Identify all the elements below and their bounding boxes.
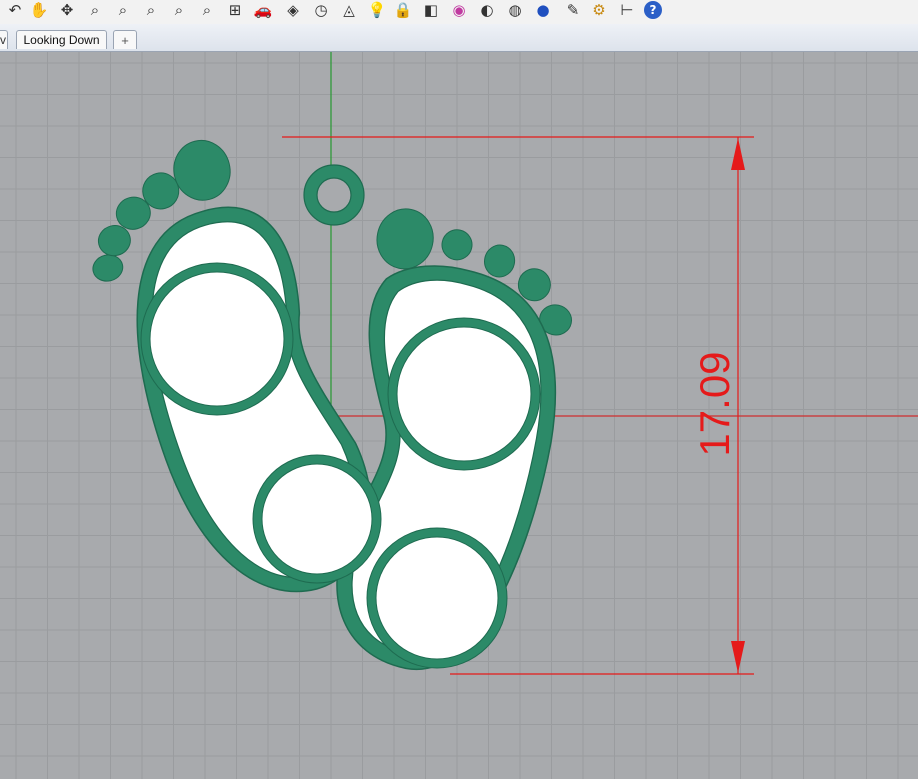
- zoom-all-icon[interactable]: ⌕: [196, 0, 218, 20]
- shapes-icon[interactable]: ◬: [338, 0, 360, 20]
- zoom-selected-icon[interactable]: ⌕: [168, 0, 190, 20]
- tab-previous-viewport[interactable]: v: [0, 30, 8, 49]
- four-viewports-icon[interactable]: ⊞: [224, 0, 246, 20]
- pencil-icon[interactable]: ✎: [562, 0, 584, 20]
- clock-icon[interactable]: ◷: [310, 0, 332, 20]
- zoom-window-icon[interactable]: ⌕: [112, 0, 134, 20]
- light-bulb-icon[interactable]: 💡: [366, 0, 388, 20]
- right-photo-ring-bottom-hole: [375, 536, 499, 660]
- dimension-value-label: 17.09: [691, 351, 738, 456]
- settings-gear-icon[interactable]: ⚙: [588, 0, 610, 20]
- rotate-view-icon[interactable]: ✥: [56, 0, 78, 20]
- left-photo-ring-top-hole: [149, 271, 285, 407]
- right-photo-ring-top-hole: [396, 326, 532, 462]
- shaded-sphere-icon[interactable]: ◐: [476, 0, 498, 20]
- rendered-sphere-icon[interactable]: ●: [532, 0, 554, 20]
- left-photo-ring-bottom-hole: [261, 463, 373, 575]
- pan-hand-icon[interactable]: ✋: [28, 0, 50, 20]
- toolbar: ↶ ✋ ✥ ⌕ ⌕ ⌕ ⌕ ⌕ ⊞ 🚗 ◈ ◷ ◬ 💡 🔒 ◧ ◉ ◐ ◍ ● ✎ ⚙ ⊢?: [0, 0, 918, 24]
- bail-ring-hole: [316, 177, 352, 213]
- color-wheel-icon[interactable]: ◉: [448, 0, 470, 20]
- viewport-canvas[interactable]: 17.09: [0, 52, 918, 779]
- car-icon[interactable]: 🚗: [252, 0, 274, 20]
- grid-snap-icon[interactable]: ⊢: [616, 0, 638, 20]
- viewport-tab-bar: v Looking Down +: [0, 24, 918, 52]
- zoom-extents-icon[interactable]: ⌕: [140, 0, 162, 20]
- set-view-icon[interactable]: ◈: [282, 0, 304, 20]
- tab-looking-down[interactable]: Looking Down: [16, 30, 107, 49]
- help-icon[interactable]: ?: [644, 1, 662, 19]
- layers-icon[interactable]: ◧: [420, 0, 442, 20]
- add-viewport-tab-button[interactable]: +: [113, 30, 137, 49]
- ghosted-sphere-icon[interactable]: ◍: [504, 0, 526, 20]
- undo-view-icon[interactable]: ↶: [4, 0, 26, 20]
- zoom-dynamic-icon[interactable]: ⌕: [84, 0, 106, 20]
- lock-icon[interactable]: 🔒: [392, 0, 414, 20]
